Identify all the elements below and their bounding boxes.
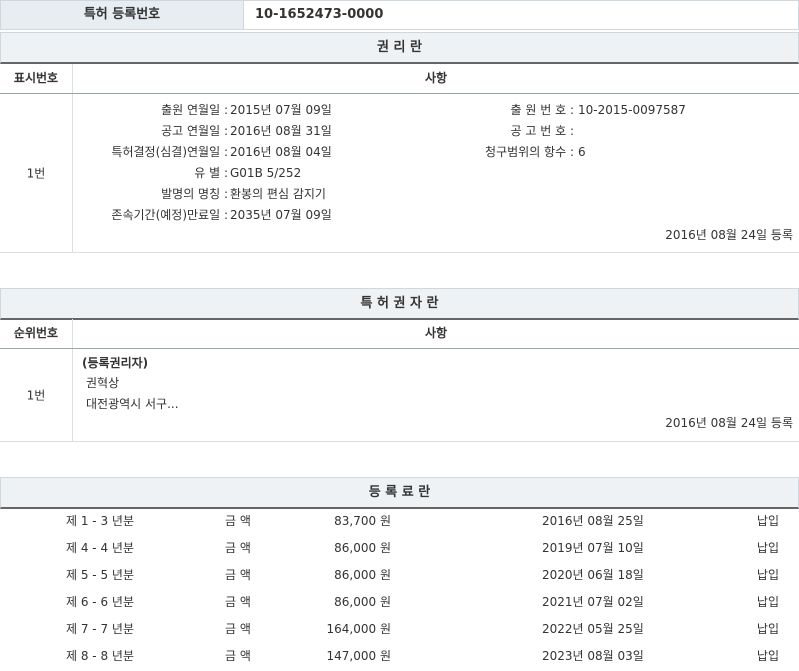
fee-row: 제 1 - 3 년분 금 액 83,700 원 2016년 08월 25일 납입: [0, 508, 799, 535]
fee-amount: 83,700 원: [334, 514, 391, 528]
application-date-label: 출원 연월일 :: [161, 103, 228, 117]
fee-paid-date: 2021년 07월 02일: [542, 595, 644, 609]
holder-registered-date: 2016년 08월 24일 등록: [665, 416, 793, 430]
fee-row: 제 5 - 5 년분 금 액 86,000 원 2020년 06월 18일 납입: [0, 562, 799, 589]
fee-status: 납입: [756, 514, 779, 528]
holder-row-number-cell: 1번: [0, 349, 73, 441]
fee-amount-label: 금 액: [225, 595, 251, 609]
publication-number-label: 공 고 번 호 :: [510, 124, 574, 138]
fee-row: 제 4 - 4 년분 금 액 86,000 원 2019년 07월 10일 납입: [0, 535, 799, 562]
rank-number-header: 순위번호: [0, 319, 73, 348]
rights-section-title: 권 리 란: [0, 32, 799, 64]
classification: G01B 5/252: [230, 166, 302, 180]
expiry-date-label: 존속기간(예정)만료일 :: [111, 208, 228, 222]
holder-details-header: 사항: [424, 326, 448, 340]
rights-row: 1번 출원 연월일 : 2015년 07월 09일 출 원 번 호 : 10-2…: [0, 94, 799, 253]
rights-column-header: 표시번호 사항: [0, 64, 799, 94]
fee-status: 납입: [756, 622, 779, 636]
fee-amount: 164,000 원: [326, 622, 391, 636]
invention-title: 환봉의 편심 감지기: [230, 187, 326, 201]
fee-row: 제 8 - 8 년분 금 액 147,000 원 2023년 08월 03일 납…: [0, 643, 799, 670]
fee-paid-date: 2016년 08월 25일: [542, 514, 644, 528]
fee-amount-label: 금 액: [225, 649, 251, 663]
holder-row-number: 1번: [26, 388, 46, 403]
expiry-date: 2035년 07월 09일: [230, 208, 332, 222]
registration-number-row: 특허 등록번호 10-1652473-0000: [0, 0, 799, 30]
fee-years: 제 8 - 8 년분: [66, 649, 134, 663]
fee-years: 제 5 - 5 년분: [66, 568, 134, 582]
fee-years: 제 4 - 4 년분: [66, 541, 134, 555]
fee-paid-date: 2019년 07월 10일: [542, 541, 644, 555]
invention-title-label: 발명의 명칭 :: [161, 187, 228, 201]
claims-count: 6: [578, 145, 586, 159]
registration-number-value: 10-1652473-0000: [255, 7, 384, 22]
publication-date: 2016년 08월 31일: [230, 124, 332, 138]
holder-row: 1번 (등록권리자) 권혁상 대전광역시 서구... 2016년 08월 24일…: [0, 349, 799, 442]
fee-amount: 86,000 원: [334, 541, 391, 555]
fee-years: 제 1 - 3 년분: [66, 514, 134, 528]
display-number-header: 표시번호: [0, 64, 73, 93]
fee-paid-date: 2023년 08월 03일: [542, 649, 644, 663]
publication-date-label: 공고 연월일 :: [161, 124, 228, 138]
rights-registered-date: 2016년 08월 24일 등록: [665, 228, 793, 242]
decision-date: 2016년 08월 04일: [230, 145, 332, 159]
fee-amount-label: 금 액: [225, 622, 251, 636]
fee-row: 제 6 - 6 년분 금 액 86,000 원 2021년 07월 02일 납입: [0, 589, 799, 616]
fee-status: 납입: [756, 649, 779, 663]
fee-paid-date: 2020년 06월 18일: [542, 568, 644, 582]
fee-amount: 147,000 원: [326, 649, 391, 663]
fee-paid-date: 2022년 05월 25일: [542, 622, 644, 636]
holder-column-header: 순위번호 사항: [0, 319, 799, 349]
fee-status: 납입: [756, 568, 779, 582]
registration-number-label: 특허 등록번호: [1, 1, 244, 29]
fee-row: 제 7 - 7 년분 금 액 164,000 원 2022년 05월 25일 납…: [0, 616, 799, 643]
fee-amount-label: 금 액: [225, 568, 251, 582]
fee-years: 제 6 - 6 년분: [66, 595, 134, 609]
application-number: 10-2015-0097587: [578, 103, 686, 117]
claims-count-label: 청구범위의 항수 :: [485, 145, 574, 159]
holder-role: (등록권리자): [82, 356, 149, 370]
application-date: 2015년 07월 09일: [230, 103, 332, 117]
details-header: 사항: [424, 71, 448, 85]
fee-years: 제 7 - 7 년분: [66, 622, 134, 636]
classification-label: 유 별 :: [194, 166, 228, 180]
application-number-label: 출 원 번 호 :: [510, 103, 574, 117]
decision-date-label: 특허결정(심결)연월일 :: [111, 145, 228, 159]
fee-amount-label: 금 액: [225, 514, 251, 528]
fees-section-title: 등 록 료 란: [0, 477, 799, 509]
fee-amount: 86,000 원: [334, 595, 391, 609]
fee-amount-label: 금 액: [225, 541, 251, 555]
fee-status: 납입: [756, 595, 779, 609]
holder-section-title: 특 허 권 자 란: [0, 288, 799, 320]
holder-name: 권혁상: [86, 376, 120, 390]
holder-address: 대전광역시 서구...: [86, 397, 179, 411]
fee-amount: 86,000 원: [334, 568, 391, 582]
fee-status: 납입: [756, 541, 779, 555]
